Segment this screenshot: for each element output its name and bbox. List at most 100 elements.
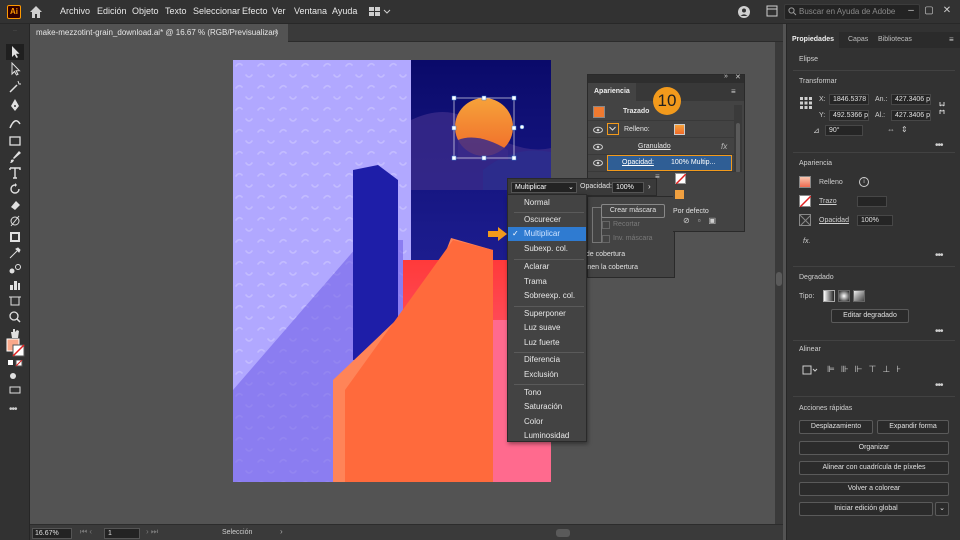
blend-color[interactable]: Color	[508, 415, 586, 429]
align-pixel-grid-button[interactable]: Alinear con cuadrícula de píxeles	[799, 461, 949, 475]
help-search-input[interactable]: Buscar en Ayuda de Adobe	[784, 4, 920, 20]
offset-path-button[interactable]: Desplazamiento	[799, 420, 873, 434]
minimize-icon[interactable]: –	[904, 4, 918, 18]
blend-superponer[interactable]: Superponer	[508, 307, 586, 321]
blend-trama[interactable]: Trama	[508, 275, 586, 289]
zoom-tool-icon[interactable]	[8, 310, 22, 324]
linear-gradient-icon[interactable]	[823, 290, 835, 302]
pen-tool-icon[interactable]	[8, 98, 22, 112]
menu-seleccionar[interactable]: Seleccionar	[193, 6, 240, 16]
align-buttons[interactable]: ⊫⊪⊩⊤⊥⊦	[827, 364, 907, 375]
panel-header[interactable]: » ✕	[588, 73, 744, 83]
eraser-tool-icon[interactable]	[8, 198, 22, 212]
gradient-more-icon[interactable]: •••	[935, 326, 943, 337]
menu-objeto[interactable]: Objeto	[132, 6, 159, 16]
ap-grain-row[interactable]: Granulado fx	[588, 139, 734, 155]
constrain-proportions-icon[interactable]	[937, 100, 947, 118]
blend-luz-suave[interactable]: Luz suave	[508, 321, 586, 335]
expand-toggle[interactable]	[607, 123, 619, 135]
align-more-icon[interactable]: •••	[935, 380, 943, 391]
screen-mode-icon[interactable]	[9, 386, 23, 396]
stroke-swatch[interactable]	[675, 173, 687, 185]
page-select[interactable]: 1	[104, 528, 140, 539]
direct-selection-tool-icon[interactable]	[8, 61, 22, 76]
recolor-button[interactable]: Volver a colorear	[799, 482, 949, 496]
flip-icons[interactable]: ⇔⇕	[887, 125, 914, 134]
stroke-weight-input[interactable]	[857, 196, 887, 207]
first-page-icon[interactable]: ⏮ ‹	[80, 527, 92, 537]
x-input[interactable]: 1846.5378	[829, 94, 869, 105]
blend-subexp-col[interactable]: Subexp. col.	[508, 242, 586, 256]
arrange-button[interactable]: Organizar	[799, 441, 949, 455]
brush-tool-icon[interactable]	[8, 150, 22, 164]
fill-color-swatch[interactable]	[799, 176, 811, 188]
selection-tool-icon[interactable]	[6, 44, 24, 60]
vertical-scrollbar[interactable]	[775, 42, 783, 524]
rotate-input[interactable]: 90°	[825, 125, 863, 136]
height-input[interactable]: 427.3406 p	[891, 110, 931, 121]
chevron-right-icon[interactable]: ›	[648, 182, 651, 191]
panel-menu-icon[interactable]: ≡	[949, 35, 954, 44]
menu-ver[interactable]: Ver	[272, 6, 286, 16]
graph-tool-icon[interactable]	[8, 278, 22, 292]
appearance-more-icon[interactable]: •••	[935, 250, 943, 261]
global-edit-dropdown-icon[interactable]: ⌄	[935, 502, 949, 516]
menu-ventana[interactable]: Ventana	[294, 6, 327, 16]
global-edit-button[interactable]: Iniciar edición global	[799, 502, 933, 516]
grain-effect-link[interactable]: Granulado	[638, 143, 671, 150]
invert-mask-checkbox[interactable]	[602, 235, 610, 243]
artboard-tool-icon[interactable]	[8, 294, 22, 308]
next-page-icon[interactable]: › ⏭	[146, 527, 158, 537]
draw-mode-icon[interactable]	[9, 372, 23, 382]
default-colors-icon[interactable]	[8, 359, 24, 370]
blend-tool-icon[interactable]	[8, 262, 22, 276]
collapse-icon[interactable]: »	[724, 73, 728, 80]
radial-gradient-icon[interactable]	[838, 290, 850, 302]
magic-wand-icon[interactable]	[8, 80, 22, 94]
rotate-tool-icon[interactable]	[8, 182, 22, 196]
opacity-row-highlight[interactable]: Opacidad: 100% Multip...	[607, 155, 732, 171]
tab-propiedades[interactable]: Propiedades	[787, 32, 840, 48]
align-to-icon[interactable]	[801, 364, 819, 378]
freeform-gradient-icon[interactable]	[853, 290, 865, 302]
blend-saturacion[interactable]: Saturación	[508, 400, 586, 414]
ap-opacity-label[interactable]: Opacidad:	[622, 159, 654, 166]
fx-icon[interactable]: fx	[721, 142, 727, 151]
document-tab[interactable]: make-mezzotint-grain_download.ai* @ 16.6…	[30, 24, 288, 42]
opacity-input-rp[interactable]: 100%	[857, 215, 893, 226]
fill-swatch[interactable]	[674, 124, 685, 135]
transform-more-icon[interactable]: •••	[935, 140, 943, 151]
fx-button[interactable]: fx.	[803, 238, 810, 245]
stroke-label[interactable]: Trazo	[819, 198, 837, 205]
tab-bibliotecas[interactable]: Bibliotecas	[873, 32, 917, 48]
artboard[interactable]	[233, 60, 551, 482]
rectangle-tool-icon[interactable]	[8, 134, 22, 148]
visibility-eye-icon[interactable]	[593, 143, 603, 151]
menu-ayuda[interactable]: Ayuda	[332, 6, 357, 16]
ap-footer-icons[interactable]: ⊘▫▣	[683, 216, 724, 225]
status-menu-icon[interactable]: ›	[280, 527, 283, 536]
width-input[interactable]: 427.3406 p	[891, 94, 931, 105]
type-tool-icon[interactable]	[8, 166, 22, 180]
tab-apariencia[interactable]: Apariencia	[588, 83, 636, 101]
close-icon[interactable]: ✕	[940, 4, 954, 18]
edit-gradient-button[interactable]: Editar degradado	[831, 309, 909, 323]
menu-efecto[interactable]: Efecto	[242, 6, 268, 16]
blend-multiplicar[interactable]: Multiplicar	[508, 227, 586, 241]
blend-mode-select[interactable]: Multiplicar ⌄	[511, 182, 577, 193]
panel-close-icon[interactable]: ✕	[735, 73, 741, 81]
tab-capas[interactable]: Capas	[843, 32, 873, 48]
clip-checkbox[interactable]	[602, 221, 610, 229]
more-tools-icon[interactable]: •••	[9, 404, 17, 415]
horizontal-scrollbar-thumb[interactable]	[556, 529, 570, 537]
zoom-select[interactable]: 16.67%	[32, 528, 72, 539]
ap-fill-row[interactable]: Relleno:	[588, 122, 734, 138]
opacity-label-rp[interactable]: Opacidad	[819, 217, 849, 224]
blend-sobreexp-col[interactable]: Sobreexp. col.	[508, 289, 586, 303]
reference-point-icon[interactable]	[799, 96, 813, 112]
menu-edicion[interactable]: Edición	[97, 6, 127, 16]
width-tool-icon[interactable]	[8, 214, 22, 228]
home-icon[interactable]	[28, 4, 44, 20]
fill-stroke-swatch[interactable]	[6, 338, 26, 358]
maximize-icon[interactable]: ▢	[922, 4, 936, 18]
